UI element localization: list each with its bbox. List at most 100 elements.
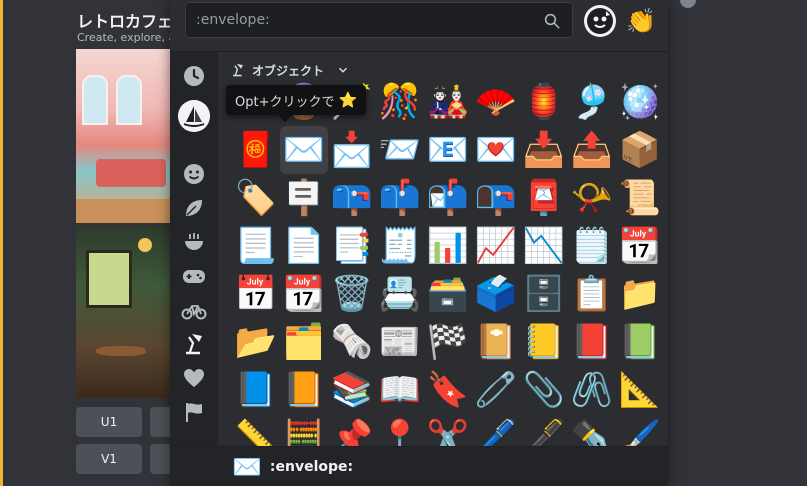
emoji-button[interactable]: 📯 <box>568 174 616 222</box>
emoji-button[interactable]: 📂 <box>232 318 280 366</box>
emoji-button[interactable]: 🗞️ <box>328 318 376 366</box>
emoji-button[interactable]: 🎊 <box>376 78 424 126</box>
emoji-button[interactable]: 📍 <box>376 414 424 446</box>
emoji-button[interactable]: ✉️ <box>280 126 328 174</box>
emoji-button[interactable]: 📘 <box>232 366 280 414</box>
emoji-button[interactable]: 📩 <box>328 126 376 174</box>
emoji-button[interactable]: 📪 <box>328 174 376 222</box>
emoji-button[interactable]: 📏 <box>232 414 280 446</box>
emoji-button[interactable]: 🪭 <box>472 78 520 126</box>
emoji-button[interactable]: 📃 <box>232 222 280 270</box>
emoji-button[interactable]: 📭 <box>472 174 520 222</box>
message-accent-bar <box>0 0 3 486</box>
travel-icon[interactable] <box>180 296 208 324</box>
chevron-down-icon <box>339 67 348 73</box>
activities-icon[interactable] <box>180 262 208 290</box>
u1-button[interactable]: U1 <box>76 407 142 437</box>
emoji-button[interactable]: 🖋️ <box>520 414 568 446</box>
emoji-button[interactable]: 📆 <box>280 270 328 318</box>
v1-button[interactable]: V1 <box>76 444 142 474</box>
generated-image-3[interactable] <box>76 226 172 398</box>
emoji-button[interactable]: 🔖 <box>424 366 472 414</box>
emoji-button[interactable]: 🧾 <box>376 222 424 270</box>
emoji-button[interactable]: 📬 <box>424 174 472 222</box>
emoji-button[interactable]: 🗂️ <box>280 318 328 366</box>
emoji-button[interactable]: 🗄️ <box>520 270 568 318</box>
emoji-button[interactable]: 📦 <box>616 126 664 174</box>
emoji-button[interactable]: 🗳️ <box>472 270 520 318</box>
emoji-search-box[interactable] <box>185 2 573 38</box>
emoji-button[interactable]: 📇 <box>376 270 424 318</box>
people-icon[interactable] <box>180 160 208 188</box>
emoji-button[interactable]: 📊 <box>424 222 472 270</box>
embed-title: レトロカフェ <box>77 12 174 31</box>
emoji-button[interactable]: 📖 <box>376 366 424 414</box>
v2-button[interactable] <box>150 444 172 474</box>
emoji-button[interactable]: 🖌️ <box>616 414 664 446</box>
emoji-button[interactable]: 📗 <box>616 318 664 366</box>
emoji-button[interactable]: 🗃️ <box>424 270 472 318</box>
emoji-button[interactable]: 📉 <box>520 222 568 270</box>
emoji-button[interactable]: 📮 <box>520 174 568 222</box>
emoji-button[interactable]: 📨 <box>376 126 424 174</box>
emoji-button[interactable]: ✒️ <box>568 414 616 446</box>
emoji-button[interactable]: 🏷️ <box>232 174 280 222</box>
emoji-button[interactable]: 📄 <box>280 222 328 270</box>
emoji-button[interactable]: 📚 <box>328 366 376 414</box>
emoji-button[interactable]: 🗑️ <box>328 270 376 318</box>
emoji-button[interactable]: 📕 <box>568 318 616 366</box>
emoji-button[interactable]: 📐 <box>616 366 664 414</box>
emoji-button[interactable]: 📒 <box>520 318 568 366</box>
category-header[interactable]: オブジェクト <box>230 60 350 80</box>
objects-icon[interactable] <box>180 330 208 358</box>
nitro-emoji-icon[interactable] <box>584 5 616 37</box>
emoji-button[interactable]: 📅 <box>232 270 280 318</box>
emoji-button[interactable]: 📜 <box>616 174 664 222</box>
nature-icon[interactable] <box>180 194 208 222</box>
emoji-button[interactable]: 🪩 <box>616 78 664 126</box>
u2-button[interactable] <box>150 407 172 437</box>
emoji-button[interactable]: 📧 <box>424 126 472 174</box>
emoji-button[interactable]: 🏁 <box>424 318 472 366</box>
category-sidebar <box>170 52 218 446</box>
server-emoji-icon[interactable] <box>178 100 210 132</box>
emoji-button[interactable]: 🗒️ <box>568 222 616 270</box>
emoji-button[interactable]: 📰 <box>376 318 424 366</box>
emoji-button[interactable]: 🧷 <box>472 366 520 414</box>
emoji-button[interactable]: 💌 <box>472 126 520 174</box>
emoji-button[interactable]: 🧧 <box>232 126 280 174</box>
emoji-button[interactable]: 📤 <box>568 126 616 174</box>
star-icon: ⭐ <box>338 91 358 109</box>
emoji-button[interactable]: 🏮 <box>520 78 568 126</box>
embed-subtitle: Create, explore, a <box>77 31 176 44</box>
emoji-button[interactable]: 📌 <box>328 414 376 446</box>
emoji-button[interactable]: 📥 <box>520 126 568 174</box>
emoji-button[interactable]: 📑 <box>328 222 376 270</box>
flags-icon[interactable] <box>180 398 208 426</box>
emoji-button[interactable]: ✂️ <box>424 414 472 446</box>
emoji-button[interactable]: 🎐 <box>568 78 616 126</box>
emoji-button[interactable]: 🖊️ <box>472 414 520 446</box>
emoji-search-input[interactable] <box>196 3 536 37</box>
emoji-button[interactable]: 📁 <box>616 270 664 318</box>
skin-tone-selector[interactable]: 👏 <box>625 5 657 37</box>
emoji-picker: 👏 <box>170 0 668 486</box>
preview-emoji: ✉️ <box>232 452 262 481</box>
generated-image-1[interactable] <box>76 49 172 223</box>
emoji-button[interactable]: 🎎 <box>424 78 472 126</box>
emoji-button[interactable]: 🪧 <box>280 174 328 222</box>
food-icon[interactable] <box>180 228 208 256</box>
emoji-button[interactable]: 🖇️ <box>568 366 616 414</box>
emoji-button[interactable]: 📋 <box>568 270 616 318</box>
emoji-preview-footer: ✉️ :envelope: <box>170 446 668 486</box>
symbols-icon[interactable] <box>180 364 208 392</box>
emoji-button[interactable]: 📎 <box>520 366 568 414</box>
preview-emoji-name: :envelope: <box>269 458 354 475</box>
emoji-button[interactable]: 📔 <box>472 318 520 366</box>
emoji-button[interactable]: 🧮 <box>280 414 328 446</box>
emoji-button[interactable]: 📫 <box>376 174 424 222</box>
recent-icon[interactable] <box>180 62 208 90</box>
emoji-button[interactable]: 📙 <box>280 366 328 414</box>
emoji-button[interactable]: 📈 <box>472 222 520 270</box>
emoji-button[interactable]: 📆 <box>616 222 664 270</box>
